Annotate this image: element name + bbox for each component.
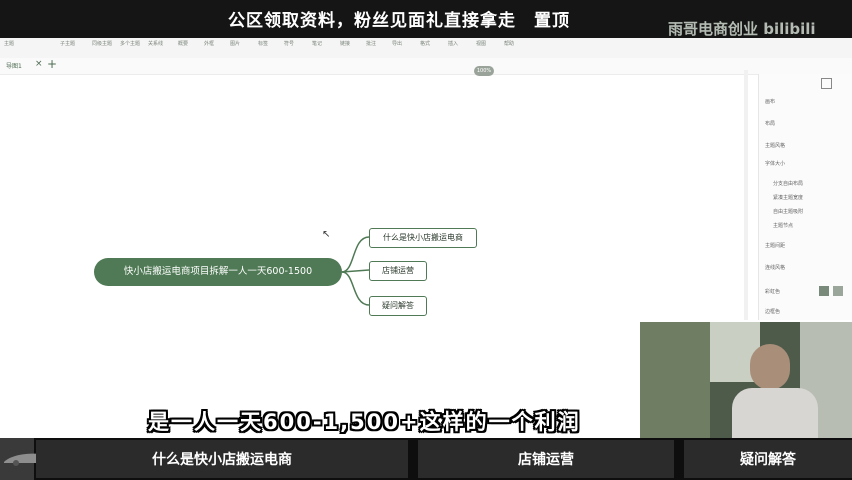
- video-subtitle: 是一人一天600-1,500+这样的一个利润: [148, 410, 581, 434]
- toolbar-item[interactable]: 标签: [258, 40, 268, 47]
- panel-option[interactable]: 主题节点: [773, 222, 793, 229]
- panel-grid-icon[interactable]: [821, 78, 832, 89]
- connector-line: [341, 271, 370, 306]
- mouse-cursor-icon: ↖: [322, 229, 331, 240]
- toolbar-item[interactable]: 多个主题: [120, 40, 140, 47]
- toolbar-item[interactable]: 笔记: [312, 40, 322, 47]
- chapter-bar: 什么是快小店搬运电商 店铺运营 疑问解答: [0, 438, 852, 480]
- document-tab[interactable]: 导图1: [6, 61, 22, 70]
- chapter-segment[interactable]: 疑问解答: [684, 440, 852, 478]
- panel-option[interactable]: 紧凑主题宽度: [773, 194, 803, 201]
- panel-label: 画布: [765, 99, 776, 105]
- toolbar-item[interactable]: 同级主题: [92, 40, 112, 47]
- panel-label: 主题间距: [765, 243, 786, 249]
- toolbar-item[interactable]: 格式: [420, 40, 430, 47]
- toolbar-item[interactable]: 主题: [4, 40, 14, 47]
- toolbar-item[interactable]: 帮助: [504, 40, 514, 47]
- toolbar-item[interactable]: 视图: [476, 40, 486, 47]
- panel-label: 边框色: [765, 309, 781, 315]
- presenter-head: [750, 344, 790, 390]
- toolbar-item[interactable]: 概要: [178, 40, 188, 47]
- toolbar-item[interactable]: 批注: [366, 40, 376, 47]
- connector-line: [341, 269, 370, 273]
- panel-label: 主题风格: [765, 143, 786, 149]
- toolbar-item[interactable]: 关系线: [148, 40, 163, 47]
- top-banner: 公区领取资料，粉丝见面礼直接拿走 置顶 雨哥电商创业 bilibili: [0, 0, 852, 38]
- connector-line: [341, 236, 370, 273]
- format-side-panel: 画布 布局 主题风格 字体大小 分支自由布局 紧凑主题宽度 自由主题吸附 主题节…: [758, 74, 852, 320]
- channel-logo: 雨哥电商创业 bilibili: [668, 20, 816, 38]
- chapter-segment[interactable]: 店铺运营: [418, 440, 674, 478]
- panel-label: 彩虹色: [765, 289, 781, 295]
- mindmap-child-node[interactable]: 店铺运营: [369, 261, 427, 281]
- banner-announcement: 公区领取资料，粉丝见面礼直接拿走 置顶: [228, 11, 570, 31]
- chapter-segment[interactable]: 什么是快小店搬运电商: [36, 440, 408, 478]
- panel-label: 连线风格: [765, 265, 786, 271]
- mindmap-child-node[interactable]: 什么是快小店搬运电商: [369, 228, 477, 248]
- panel-option[interactable]: 自由主题吸附: [773, 208, 803, 215]
- theme-swatch[interactable]: [833, 286, 843, 296]
- panel-label: 布局: [765, 121, 776, 127]
- toolbar: 主题 子主题 同级主题 多个主题 关系线 概要 外框 图片 标签 符号 笔记 链…: [0, 38, 852, 59]
- add-tab-icon[interactable]: +: [47, 57, 57, 71]
- toolbar-item[interactable]: 图片: [230, 40, 240, 47]
- mindmap-child-node[interactable]: 疑问解答: [369, 296, 427, 316]
- mindmap-root-node[interactable]: 快小店搬运电商项目拆解一人一天600-1500: [94, 258, 342, 286]
- panel-label: 字体大小: [765, 161, 786, 167]
- panel-option[interactable]: 分支自由布局: [773, 180, 803, 187]
- close-icon[interactable]: ×: [35, 59, 43, 69]
- toolbar-item[interactable]: 插入: [448, 40, 458, 47]
- toolbar-item[interactable]: 符号: [284, 40, 294, 47]
- toolbar-item[interactable]: 链接: [340, 40, 350, 47]
- presenter-body: [732, 388, 818, 440]
- toolbar-item[interactable]: 子主题: [60, 40, 75, 47]
- document-tab-bar: 导图1 × +: [0, 57, 852, 75]
- toolbar-item[interactable]: 外框: [204, 40, 214, 47]
- toolbar-item[interactable]: 导出: [392, 40, 402, 47]
- zoom-indicator[interactable]: 100%: [474, 66, 494, 76]
- canvas-scrollbar[interactable]: [744, 70, 748, 320]
- theme-swatch[interactable]: [819, 286, 829, 296]
- webcam-overlay: [640, 322, 852, 440]
